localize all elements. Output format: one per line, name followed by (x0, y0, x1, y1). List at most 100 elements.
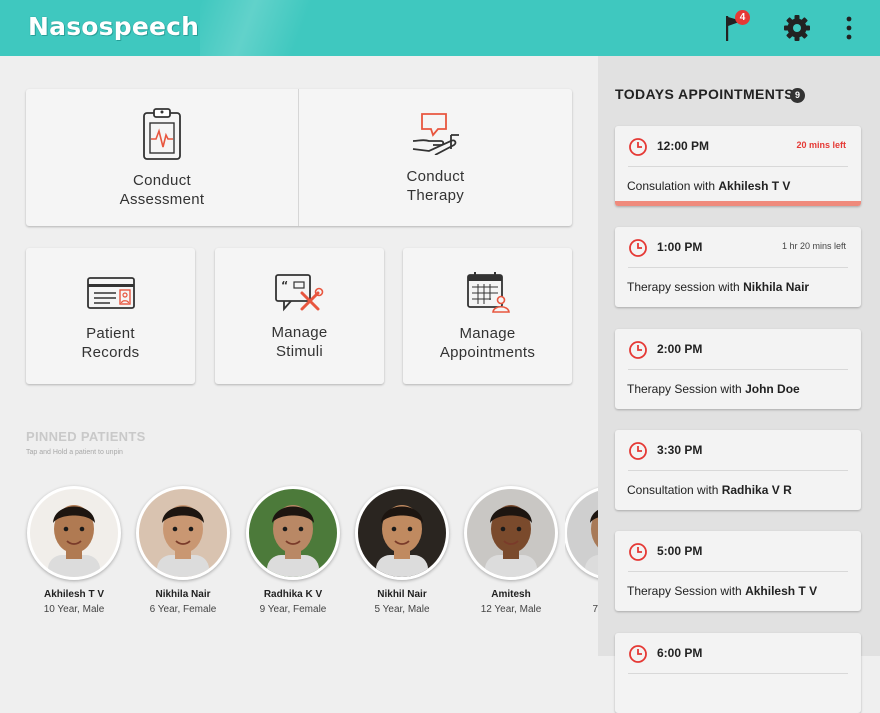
appointment-description: Therapy Session with Akhilesh T V (627, 584, 817, 598)
appointment-time: 6:00 PM (657, 646, 703, 660)
appointment-card[interactable]: 3:30 PM Consultation with Radhika V R (615, 430, 861, 510)
stimuli-tools-icon: “ (274, 274, 323, 312)
appointment-type: Therapy Session with (627, 382, 746, 396)
child-portrait-icon (376, 505, 428, 577)
app-bar-shine (200, 0, 320, 56)
more-vertical-icon (846, 16, 852, 40)
clock-icon (629, 543, 647, 561)
appointment-card[interactable]: 5:00 PM Therapy Session with Akhilesh T V (615, 531, 861, 611)
appointments-panel: TODAYS APPOINTMENTS 9 12:00 PM 20 mins le… (598, 56, 880, 713)
appointment-type: Therapy Session with (627, 584, 746, 598)
patient-info: 5 Year, Male (374, 604, 430, 615)
appointment-time-left: 1 hr 20 mins left (781, 241, 846, 251)
appointment-patient: John Doe (745, 382, 800, 396)
appointment-divider (628, 673, 848, 674)
conduct-therapy-tile[interactable]: Conduct Therapy (299, 89, 572, 226)
settings-button[interactable] (783, 14, 811, 47)
pinned-patient[interactable]: Nikhila Nair 6 Year, Female (128, 486, 238, 615)
appointment-description: Therapy Session with John Doe (627, 382, 800, 396)
appointment-description: Consultation with Radhika V R (627, 483, 792, 497)
patient-info: 6 Year, Female (149, 604, 217, 615)
gear-icon (784, 15, 810, 41)
notification-badge: 4 (735, 10, 750, 25)
appointment-patient: Radhika V R (721, 483, 792, 497)
urgency-bar (615, 201, 861, 206)
patient-info: 9 Year, Female (259, 604, 327, 615)
appointment-type: Consulation with (627, 179, 719, 193)
patient-avatar (464, 486, 558, 580)
manage-stimuli-label: Manage Stimuli (271, 324, 328, 360)
child-portrait-icon (157, 505, 209, 577)
svg-text:“: “ (281, 279, 288, 292)
patient-avatar (565, 486, 598, 580)
appointments-count-badge: 9 (790, 88, 805, 103)
patient-info: 10 Year, Male (43, 604, 105, 615)
appointment-divider (628, 267, 848, 268)
child-portrait-icon (267, 505, 319, 577)
pinned-patient[interactable]: Amitesh 12 Year, Male (456, 486, 566, 615)
clock-icon (629, 645, 647, 663)
appointment-patient: Akhilesh T V (718, 179, 791, 193)
hand-speech-icon (412, 113, 459, 155)
patient-avatar (136, 486, 230, 580)
app-logo: Nasospeech (28, 12, 200, 41)
clock-icon (629, 138, 647, 156)
patient-avatar (246, 486, 340, 580)
pinned-patient[interactable]: 7 (565, 486, 598, 615)
appointment-card[interactable]: 12:00 PM 20 mins left Consulation with Akh… (615, 126, 861, 206)
appointment-patient: Akhilesh T V (745, 584, 818, 598)
id-card-icon (86, 277, 135, 309)
manage-appointments-label: Manage Appointments (439, 325, 536, 361)
clock-icon (629, 341, 647, 359)
appointment-card[interactable]: 2:00 PM Therapy Session with John Doe (615, 329, 861, 409)
manage-appointments-tile[interactable]: Manage Appointments (403, 248, 572, 384)
appointment-type: Therapy session with (627, 280, 744, 294)
appointment-card[interactable]: 1:00 PM 1 hr 20 mins left Therapy session … (615, 227, 861, 307)
patient-records-label: Patient Records (81, 325, 140, 361)
appointments-title: TODAYS APPOINTMENTS (615, 86, 794, 102)
clock-icon (629, 239, 647, 257)
overflow-menu-button[interactable] (842, 14, 856, 47)
conduct-therapy-label: Conduct Therapy (406, 168, 465, 204)
calendar-user-icon (466, 272, 510, 313)
patient-records-tile[interactable]: Patient Records (26, 248, 195, 384)
patient-name: Amitesh (491, 589, 531, 600)
conduct-assessment-tile[interactable]: Conduct Assessment (26, 89, 298, 226)
appointment-card[interactable]: 6:00 PM (615, 633, 861, 713)
child-portrait-icon (48, 505, 100, 577)
patient-avatar (355, 486, 449, 580)
appointment-description: Consulation with Akhilesh T V (627, 179, 790, 193)
manage-stimuli-tile[interactable]: “ Manage Stimuli (215, 248, 384, 384)
pinned-patient[interactable]: Radhika K V 9 Year, Female (238, 486, 348, 615)
appointment-divider (628, 369, 848, 370)
pinned-patients-hint: Tap and Hold a patient to unpin (26, 449, 123, 456)
patient-info: 7 (592, 604, 598, 615)
patient-name: Akhilesh T V (43, 589, 104, 600)
appointment-divider (628, 571, 848, 572)
clock-icon (629, 442, 647, 460)
app-bar: Nasospeech 4 (0, 0, 880, 56)
appointment-divider (628, 470, 848, 471)
appointment-time: 12:00 PM (657, 139, 710, 153)
appointment-description: Therapy session with Nikhila Nair (627, 280, 809, 294)
appointment-time: 1:00 PM (657, 240, 703, 254)
patient-name: Radhika K V (263, 589, 323, 600)
patient-name: Nikhil Nair (377, 589, 427, 600)
pinned-patients-title: PINNED PATIENTS (26, 429, 146, 444)
pinned-patient[interactable]: Nikhil Nair 5 Year, Male (347, 486, 457, 615)
appointment-time: 2:00 PM (657, 342, 703, 356)
conduct-assessment-label: Conduct Assessment (119, 172, 205, 208)
child-portrait-icon (485, 505, 537, 577)
patient-avatar (27, 486, 121, 580)
appointment-patient: Nikhila Nair (743, 280, 810, 294)
child-portrait-icon (585, 510, 598, 577)
appointment-type: Consultation with (627, 483, 722, 497)
patient-info: 12 Year, Male (480, 604, 542, 615)
appointment-time: 3:30 PM (657, 443, 703, 457)
clipboard-ecg-icon (143, 108, 181, 160)
patient-name-clipped (565, 589, 598, 600)
pinned-patient[interactable]: Akhilesh T V 10 Year, Male (19, 486, 129, 615)
appointment-time-left: 20 mins left (796, 140, 846, 150)
patient-name: Nikhila Nair (155, 589, 211, 600)
appointment-divider (628, 166, 848, 167)
